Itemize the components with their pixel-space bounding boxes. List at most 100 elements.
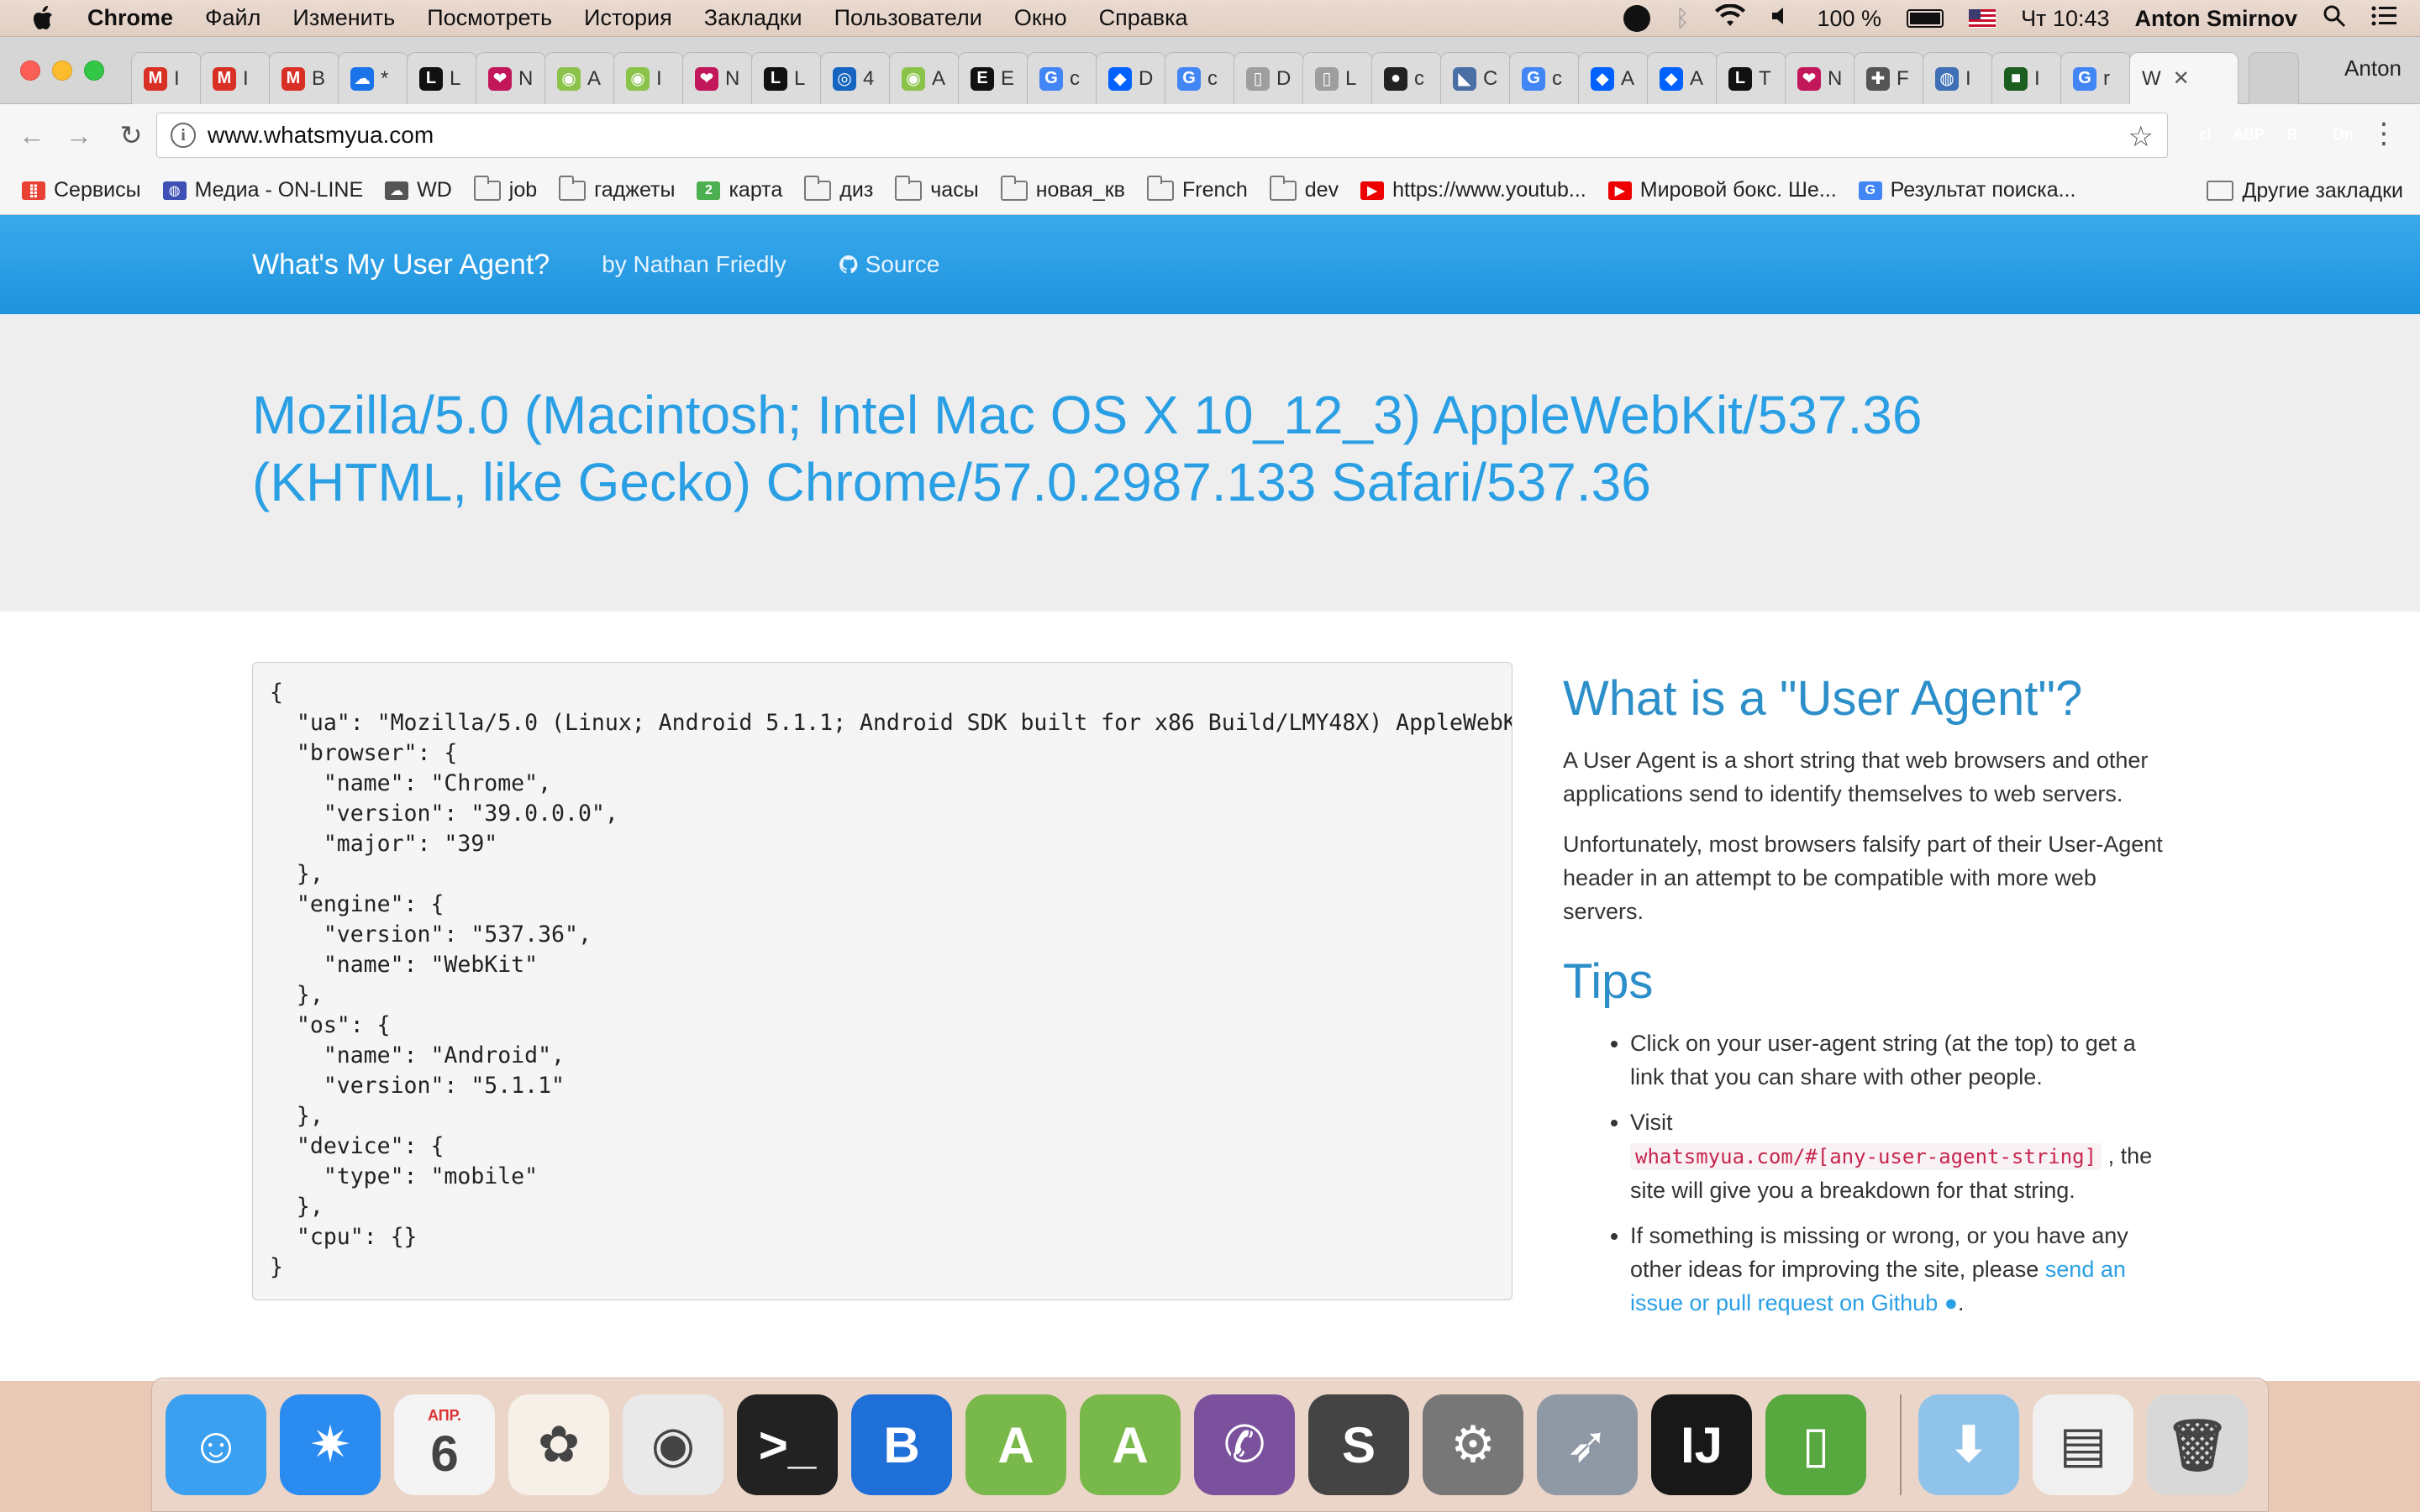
tab[interactable]: ❤ N (682, 52, 753, 104)
wifi-icon[interactable] (1714, 3, 1745, 34)
notification-center-icon[interactable] (2371, 6, 2396, 32)
extension-on-icon[interactable]: On (2326, 118, 2360, 151)
tab[interactable]: MB (269, 52, 339, 104)
extension-b-icon[interactable]: B (2275, 118, 2309, 151)
menu-app-name[interactable]: Chrome (87, 5, 173, 31)
tab[interactable]: ◍ I (1923, 52, 1993, 104)
clock[interactable]: Чт 10:43 (2021, 6, 2109, 32)
tab[interactable]: Gc (1509, 52, 1580, 104)
tab[interactable]: LT (1716, 52, 1786, 104)
menu-view[interactable]: Посмотреть (427, 5, 552, 31)
dock-sublime-icon[interactable]: S (1308, 1394, 1409, 1495)
author-link[interactable]: by Nathan Friedly (602, 251, 786, 278)
bookmark-item[interactable]: ◍ Медиа - ON-LINE (162, 178, 363, 202)
other-bookmarks[interactable]: Другие закладки (2207, 166, 2403, 215)
dock-documents-icon[interactable]: ▤ (2033, 1394, 2133, 1495)
dock-android-studio-2-icon[interactable]: A (1080, 1394, 1181, 1495)
bookmark-item[interactable]: часы (895, 175, 979, 202)
tab[interactable]: MI (131, 52, 202, 104)
dock-bluejeans-icon[interactable]: B (851, 1394, 952, 1495)
dock-trash-icon[interactable]: 🗑 (2147, 1394, 2248, 1495)
chrome-menu-icon[interactable]: ⋮ (2370, 119, 2398, 148)
bookmark-item[interactable]: dev (1269, 175, 1339, 202)
tab[interactable]: ❤ N (476, 52, 546, 104)
battery-icon[interactable] (1907, 9, 1944, 28)
new-tab-button[interactable] (2249, 52, 2299, 104)
tab[interactable]: ◉ A (889, 52, 960, 104)
tab[interactable]: Gr (2060, 52, 2131, 104)
spotlight-icon[interactable] (2323, 4, 2346, 34)
zoom-window-button[interactable] (84, 60, 104, 81)
menu-edit[interactable]: Изменить (292, 5, 395, 31)
bookmark-item[interactable]: G Результат поиска... (1858, 178, 2075, 202)
minimize-window-button[interactable] (52, 60, 72, 81)
menu-people[interactable]: Пользователи (834, 5, 982, 31)
tab-active[interactable]: W ✕ (2129, 52, 2238, 104)
dock-safari-icon[interactable]: ✷ (280, 1394, 381, 1495)
volume-icon[interactable] (1770, 5, 1792, 33)
dock-photos-icon[interactable]: ✿ (508, 1394, 609, 1495)
user-agent-string[interactable]: Mozilla/5.0 (Macintosh; Intel Mac OS X 1… (252, 381, 2017, 516)
dock-downloads-icon[interactable]: ⬇ (1918, 1394, 2019, 1495)
close-tab-icon[interactable]: ✕ (2173, 66, 2190, 91)
tab[interactable]: ◆ A (1578, 52, 1649, 104)
close-window-button[interactable] (20, 60, 40, 81)
url-text[interactable]: www.whatsmyua.com (208, 122, 434, 149)
tab[interactable]: ◆ A (1647, 52, 1718, 104)
profile-button[interactable]: Anton (2344, 55, 2402, 81)
bookmark-item[interactable]: диз (804, 175, 873, 202)
site-info-icon[interactable]: i (171, 123, 196, 148)
tab[interactable]: EE (958, 52, 1028, 104)
site-brand[interactable]: What's My User Agent? (252, 249, 550, 281)
tab[interactable]: LL (751, 52, 822, 104)
bookmark-star-icon[interactable]: ☆ (2128, 120, 2154, 154)
menu-window[interactable]: Окно (1014, 5, 1067, 31)
tab[interactable]: ■ I (1991, 52, 2062, 104)
bluetooth-icon[interactable]: ᛒ (1676, 5, 1690, 32)
forward-button[interactable]: → (64, 120, 94, 150)
dock-chrome-icon[interactable]: ◉ (623, 1394, 723, 1495)
tab[interactable]: MI (200, 52, 271, 104)
bookmark-item[interactable]: 2 карта (697, 178, 782, 202)
menu-bookmarks[interactable]: Закладки (704, 5, 802, 31)
menu-help[interactable]: Справка (1099, 5, 1188, 31)
tab[interactable]: ◉ I (613, 52, 684, 104)
dock-finder-icon[interactable]: ☺ (166, 1394, 266, 1495)
extension-clipper-icon[interactable]: cl (2188, 118, 2222, 151)
dock-viber-icon[interactable]: ✆ (1194, 1394, 1295, 1495)
bookmark-item[interactable]: job (473, 175, 537, 202)
tab[interactable]: ❤ N (1785, 52, 1855, 104)
menu-file[interactable]: Файл (205, 5, 260, 31)
bookmark-item[interactable]: ▶ Мировой бокс. Ше... (1607, 178, 1837, 202)
dock-terminal-icon[interactable]: >_ (737, 1394, 838, 1495)
tab[interactable]: ☁ * (338, 52, 408, 104)
tab[interactable]: ✚ F (1854, 52, 1924, 104)
extension-adblock-icon[interactable]: ABP (2232, 118, 2265, 151)
tab[interactable]: ▯ L (1302, 52, 1373, 104)
tab[interactable]: ● c (1371, 52, 1442, 104)
tab[interactable]: ◎ 4 (820, 52, 891, 104)
dock-system-prefs-icon[interactable]: ⚙ (1423, 1394, 1523, 1495)
dock-calendar-icon[interactable]: АПР. 6 (394, 1394, 495, 1495)
dock-launchpad-icon[interactable]: ➶ (1537, 1394, 1638, 1495)
bookmark-item[interactable]: гаджеты (559, 175, 675, 202)
tab[interactable]: Gc (1165, 52, 1235, 104)
user-name[interactable]: Anton Smirnov (2135, 6, 2298, 32)
address-bar[interactable]: i www.whatsmyua.com ☆ (156, 113, 2168, 158)
tab[interactable]: ◣ C (1440, 52, 1511, 104)
tab[interactable]: LL (407, 52, 477, 104)
bookmark-item[interactable]: новая_кв (1000, 175, 1125, 202)
bookmark-item[interactable]: French (1146, 175, 1248, 202)
menu-history[interactable]: История (584, 5, 672, 31)
tab[interactable]: ▯ D (1234, 52, 1304, 104)
bookmark-item[interactable]: ☁ WD (385, 178, 452, 202)
bookmark-item[interactable]: ⣿ Сервисы (22, 178, 141, 202)
bookmark-item[interactable]: ▶ https://www.youtub... (1360, 178, 1586, 202)
tab[interactable]: ◉ A (544, 52, 615, 104)
viber-status-icon[interactable] (1623, 5, 1650, 32)
flag-icon[interactable] (1969, 9, 1996, 28)
tab[interactable]: Gc (1027, 52, 1097, 104)
dock-genymotion-icon[interactable]: ▯ (1765, 1394, 1866, 1495)
apple-menu-icon[interactable] (32, 5, 69, 31)
back-button[interactable]: ← (17, 120, 47, 150)
